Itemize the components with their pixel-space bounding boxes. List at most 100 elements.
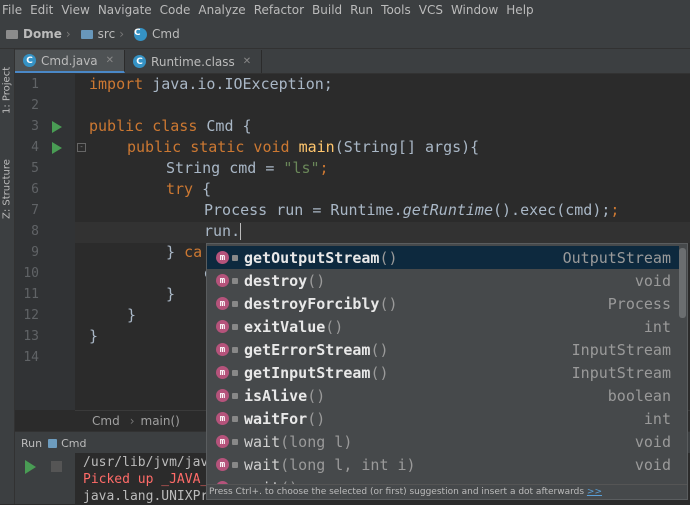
line-number: 7 <box>31 203 39 218</box>
tab-runtime-class[interactable]: C Runtime.class ✕ <box>125 50 263 73</box>
nav-file[interactable]: C Cmd <box>134 27 180 41</box>
method-icon: m <box>216 458 229 471</box>
fold-icon[interactable]: - <box>77 143 86 152</box>
close-icon[interactable]: ✕ <box>243 56 251 67</box>
tab-cmd-java[interactable]: C Cmd.java ✕ <box>15 50 126 73</box>
structure-tool-tab[interactable]: Z: Structure <box>0 149 14 229</box>
chevron-right-icon: › <box>65 27 71 41</box>
nav-file-label: Cmd <box>152 27 180 41</box>
menu-edit[interactable]: Edit <box>30 3 59 17</box>
run-class-icon[interactable] <box>52 121 62 133</box>
menu-vcs[interactable]: VCS <box>419 3 449 17</box>
nav-folder-label: src <box>97 27 116 41</box>
public-access-icon <box>232 461 238 468</box>
completion-item[interactable]: m getErrorStream() InputStream <box>207 338 679 361</box>
completion-item[interactable]: m wait (long l, int i) void <box>207 453 679 476</box>
console-line: /usr/lib/jvm/jav <box>83 455 209 470</box>
code-line-7: Process run = Runtime.getRuntime().exec(… <box>204 201 620 219</box>
menu-file[interactable]: File <box>2 3 28 17</box>
completion-item[interactable]: m getOutputStream() OutputStream <box>207 246 679 269</box>
code-line-4: public static void main(String[] args){ <box>127 138 480 156</box>
method-icon: m <box>216 343 229 356</box>
breadcrumb-method[interactable]: main() <box>141 414 180 428</box>
left-tool-strip: 1: Project Z: Structure <box>0 49 15 504</box>
public-access-icon <box>232 300 238 307</box>
code-line-11: } <box>166 285 176 303</box>
breadcrumb-class[interactable]: Cmd <box>92 414 120 428</box>
public-access-icon <box>232 415 238 422</box>
code-line-1: import java.io.IOException; <box>89 75 333 93</box>
menu-navigate[interactable]: Navigate <box>98 3 158 17</box>
stop-icon[interactable] <box>51 461 62 472</box>
method-icon: m <box>216 435 229 448</box>
menu-view[interactable]: View <box>61 3 95 17</box>
line-number: 11 <box>23 287 39 302</box>
navigation-bar: Dome › src › C Cmd <box>0 20 690 49</box>
class-icon: C <box>23 54 36 67</box>
completion-scrollbar[interactable] <box>679 248 686 318</box>
completion-hint-link[interactable]: >> <box>587 487 602 497</box>
code-line-8: run. <box>204 222 242 240</box>
method-icon: m <box>216 297 229 310</box>
source-folder-icon <box>80 29 93 39</box>
code-line-3: public class Cmd { <box>89 117 252 135</box>
menu-refactor[interactable]: Refactor <box>254 3 310 17</box>
method-icon: m <box>216 366 229 379</box>
menu-help[interactable]: Help <box>506 3 539 17</box>
menu-code[interactable]: Code <box>160 3 197 17</box>
editor-tabs: C Cmd.java ✕ C Runtime.class ✕ <box>15 49 690 74</box>
menu-tools[interactable]: Tools <box>381 3 417 17</box>
menu-build[interactable]: Build <box>312 3 348 17</box>
completion-popup: m getOutputStream() OutputStream m destr… <box>206 243 688 500</box>
rerun-icon[interactable] <box>25 460 36 474</box>
method-icon: m <box>216 389 229 402</box>
close-icon[interactable]: ✕ <box>106 55 114 66</box>
chevron-right-icon: › <box>129 414 135 428</box>
completion-item[interactable]: m destroyForcibly() Process <box>207 292 679 315</box>
line-number: 9 <box>31 245 39 260</box>
line-number: 12 <box>23 308 39 323</box>
public-access-icon <box>232 438 238 445</box>
completion-hint: Press Ctrl+. to choose the selected (or … <box>207 484 687 499</box>
nav-project[interactable]: Dome <box>6 27 62 41</box>
run-config-icon <box>48 438 58 448</box>
tab-label: Runtime.class <box>151 54 235 69</box>
text-cursor <box>240 223 242 240</box>
nav-folder[interactable]: src <box>80 27 116 41</box>
method-icon: m <box>216 251 229 264</box>
line-number: 5 <box>31 161 39 176</box>
public-access-icon <box>232 277 238 284</box>
completion-item[interactable]: m isAlive() boolean <box>207 384 679 407</box>
method-icon: m <box>216 274 229 287</box>
menu-bar: File Edit View Navigate Code Analyze Ref… <box>0 0 690 20</box>
completion-item[interactable]: m getInputStream() InputStream <box>207 361 679 384</box>
line-number: 2 <box>31 98 39 113</box>
public-access-icon <box>232 392 238 399</box>
public-access-icon <box>232 323 238 330</box>
menu-window[interactable]: Window <box>451 3 504 17</box>
line-number: 10 <box>23 266 39 281</box>
completion-item[interactable]: m destroy() void <box>207 269 679 292</box>
menu-analyze[interactable]: Analyze <box>198 3 251 17</box>
line-number: 13 <box>23 329 39 344</box>
run-config-label[interactable]: Cmd <box>61 437 86 450</box>
completion-item[interactable]: m waitFor() int <box>207 407 679 430</box>
public-access-icon <box>232 254 238 261</box>
completion-item[interactable]: m wait (long l) void <box>207 430 679 453</box>
chevron-right-icon: › <box>119 27 125 41</box>
completion-hint-text: Press Ctrl+. to choose the selected (or … <box>209 487 585 497</box>
run-main-icon[interactable] <box>52 142 62 154</box>
nav-project-label: Dome <box>23 27 62 41</box>
public-access-icon <box>232 369 238 376</box>
project-tool-tab[interactable]: 1: Project <box>0 59 14 121</box>
console-line: java.lang.UNIXPr <box>83 489 209 504</box>
folder-icon <box>6 29 18 39</box>
completion-item[interactable]: m exitValue() int <box>207 315 679 338</box>
class-icon: C <box>133 55 147 68</box>
code-line-6: try { <box>166 180 212 198</box>
public-access-icon <box>232 346 238 353</box>
line-number: 8 <box>31 224 39 239</box>
line-number: 6 <box>31 182 39 197</box>
menu-run[interactable]: Run <box>350 3 379 17</box>
code-line-5: String cmd = "ls"; <box>166 159 329 177</box>
